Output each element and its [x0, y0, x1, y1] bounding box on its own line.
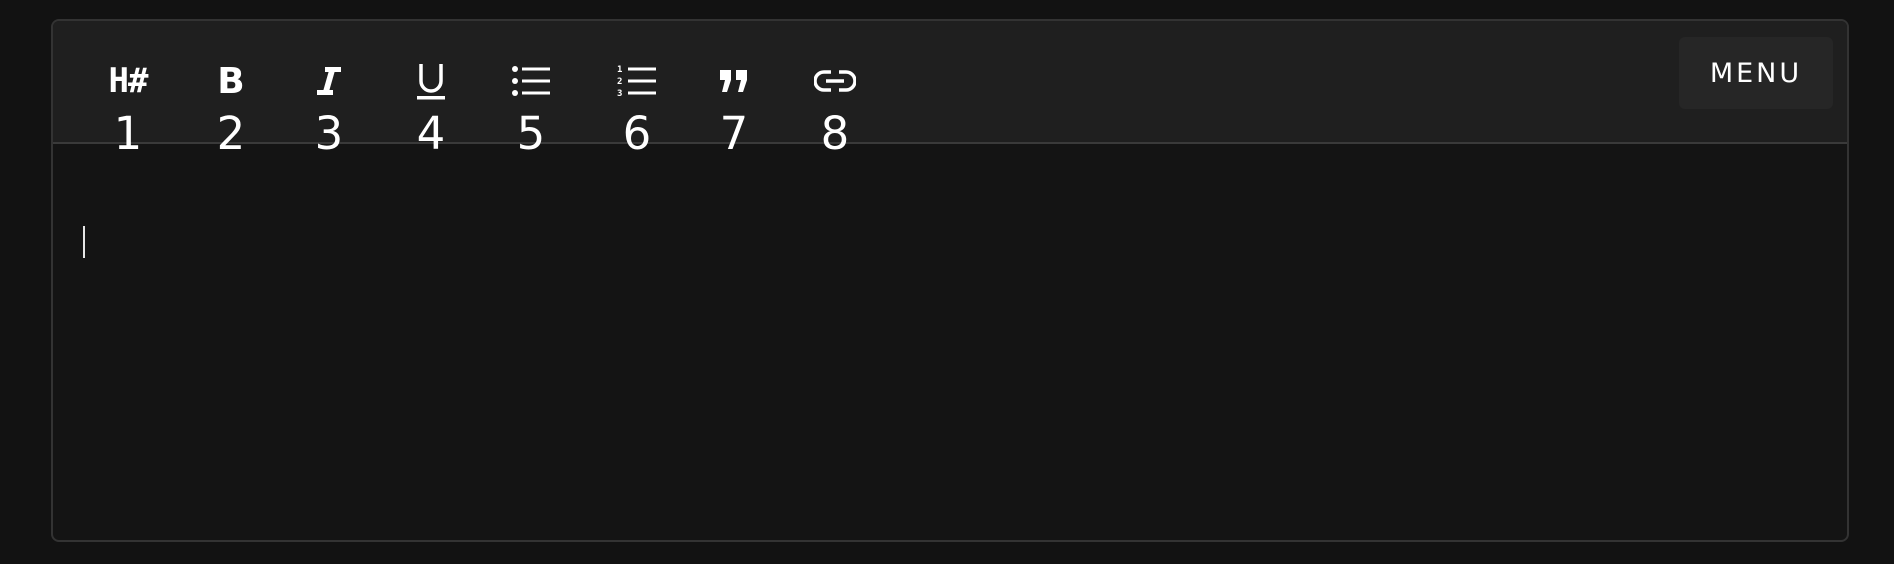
underline-button[interactable]: 4: [386, 21, 476, 160]
heading-button[interactable]: H# 1: [83, 21, 173, 160]
numbered-list-button[interactable]: 1 2 3 6: [592, 21, 682, 160]
link-icon: [790, 59, 880, 103]
svg-text:2: 2: [617, 77, 622, 87]
markdown-editor: H# 1 B 2 3 4 5 1 2 3 6 7 8 MENU: [51, 19, 1849, 542]
quote-icon: [689, 59, 779, 103]
text-cursor: [83, 226, 85, 258]
underline-icon: [386, 59, 476, 103]
editor-toolbar: H# 1 B 2 3 4 5 1 2 3 6 7 8 MENU: [53, 21, 1847, 161]
bullet-list-button[interactable]: 5: [486, 21, 576, 160]
bold-icon: B: [217, 60, 245, 102]
numbered-list-icon: 1 2 3: [592, 59, 682, 103]
italic-icon: [284, 59, 374, 103]
svg-text:3: 3: [617, 89, 622, 98]
editor-content-area[interactable]: [53, 144, 1847, 540]
bullet-list-icon: [486, 59, 576, 103]
svg-text:1: 1: [617, 65, 622, 75]
link-button[interactable]: 8: [790, 21, 880, 160]
heading-icon: H#: [108, 61, 149, 101]
menu-button[interactable]: MENU: [1679, 37, 1833, 109]
bold-button[interactable]: B 2: [186, 21, 276, 161]
italic-button[interactable]: 3: [284, 21, 374, 160]
quote-button[interactable]: 7: [689, 21, 779, 160]
